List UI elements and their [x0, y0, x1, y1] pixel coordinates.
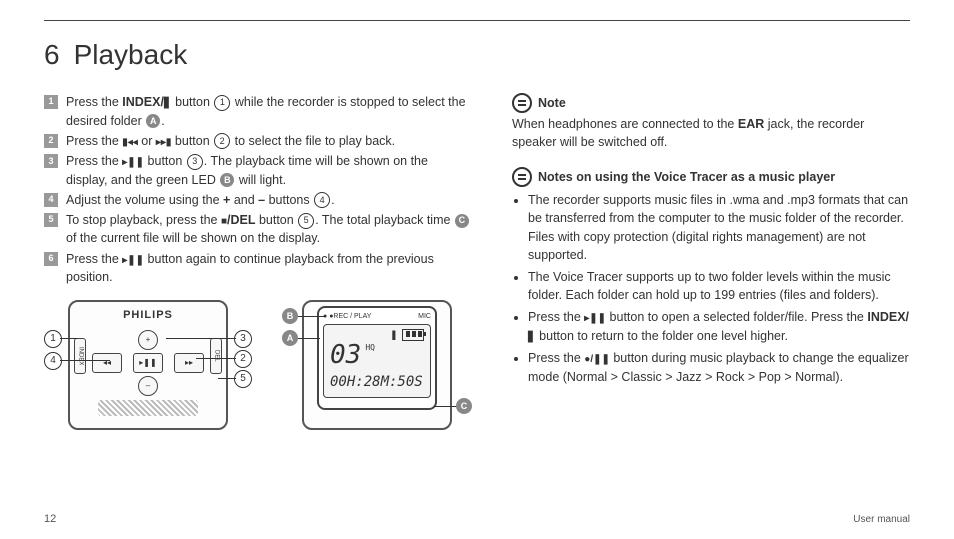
vol-up-key: + [138, 330, 158, 350]
index-menu-key: INDEX [74, 338, 86, 374]
callout-1: 1 [44, 330, 62, 348]
notes2-heading: Notes on using the Voice Tracer as a mus… [512, 167, 910, 187]
note-body: When headphones are connected to the EAR… [512, 115, 910, 151]
ref-3: 3 [187, 154, 203, 170]
note-icon [512, 167, 532, 187]
step-badge: 6 [44, 252, 58, 266]
step-text: Press the INDEX/▋ button 1 while the rec… [66, 93, 472, 130]
ref-B: B [220, 173, 234, 187]
battery-icon [402, 329, 424, 341]
device-screen-view: ● ●REC / PLAY MIC ▋ 03HQ 00H:28M:50S [302, 300, 452, 430]
right-column: Note When headphones are connected to th… [512, 93, 910, 430]
rec-del-key: DEL [210, 338, 222, 374]
left-column: 1 Press the INDEX/▋ button 1 while the r… [44, 93, 472, 430]
next-key: ▸▸ [174, 353, 204, 373]
list-item: The recorder supports music files in .wm… [528, 191, 910, 264]
play-key: ▸❚❚ [133, 353, 163, 373]
step-text: Press the ▸❚❚ button again to continue p… [66, 250, 472, 287]
note-title: Note [538, 94, 566, 112]
vol-down-key: – [138, 376, 158, 396]
callout-4: 4 [44, 352, 62, 370]
step-1: 1 Press the INDEX/▋ button 1 while the r… [44, 93, 472, 130]
step-badge: 4 [44, 193, 58, 207]
next-icon: ▸▸▮ [156, 137, 172, 148]
step-4: 4 Adjust the volume using the + and – bu… [44, 191, 472, 209]
rec-play-led: ● ●REC / PLAY [323, 312, 371, 322]
rec-pause-icon: ●/❚❚ [584, 354, 610, 365]
step-2: 2 Press the ▮◂◂ or ▸▸▮ button 2 to selec… [44, 132, 472, 151]
diagram-screen: ● ●REC / PLAY MIC ▋ 03HQ 00H:28M:50S B [282, 300, 472, 430]
callout-2: 2 [234, 350, 252, 368]
quality-label: HQ [365, 343, 375, 352]
page-number: 12 [44, 513, 56, 525]
prev-icon: ▮◂◂ [122, 137, 138, 148]
ref-5: 5 [298, 213, 314, 229]
callout-3: 3 [234, 330, 252, 348]
ref-2: 2 [214, 133, 230, 149]
step-text: Adjust the volume using the + and – butt… [66, 191, 472, 209]
diagrams-row: PHILIPS INDEX DEL + ◂◂ ▸❚❚ ▸▸ – [44, 300, 472, 430]
step-badge: 5 [44, 213, 58, 227]
note-icon [512, 93, 532, 113]
step-5: 5 To stop playback, press the ■/DEL butt… [44, 211, 472, 248]
list-item: Press the ▸❚❚ button to open a selected … [528, 308, 910, 345]
lcd-screen: ▋ 03HQ 00H:28M:50S [323, 324, 431, 398]
footer-label: User manual [853, 514, 910, 525]
play-pause-icon: ▸❚❚ [122, 157, 144, 168]
step-6: 6 Press the ▸❚❚ button again to continue… [44, 250, 472, 287]
time-display: 00H:28M:50S [330, 372, 424, 392]
step-text: To stop playback, press the ■/DEL button… [66, 211, 472, 248]
play-pause-icon: ▸❚❚ [122, 255, 144, 266]
section-number: 6 [44, 39, 60, 70]
note-heading: Note [512, 93, 910, 113]
list-item: Press the ●/❚❚ button during music playb… [528, 349, 910, 386]
ref-4: 4 [314, 192, 330, 208]
folder-icon: ▋ [528, 332, 536, 343]
section-name: Playback [74, 39, 188, 70]
callout-5: 5 [234, 370, 252, 388]
diagram-controls: PHILIPS INDEX DEL + ◂◂ ▸❚❚ ▸▸ – [44, 300, 252, 430]
folder-icon: ▋ [164, 98, 172, 109]
notes2-list: The recorder supports music files in .wm… [512, 191, 910, 385]
top-rule [44, 20, 910, 21]
play-pause-icon: ▸❚❚ [584, 313, 606, 324]
content-columns: 1 Press the INDEX/▋ button 1 while the r… [44, 93, 910, 430]
manual-page: 6 Playback 1 Press the INDEX/▋ button 1 w… [0, 0, 954, 539]
speaker-grille [98, 400, 198, 416]
ref-1: 1 [214, 95, 230, 111]
section-title: 6 Playback [44, 39, 910, 71]
step-badge: 2 [44, 134, 58, 148]
ref-C: C [455, 214, 469, 228]
device-top-view: PHILIPS INDEX DEL + ◂◂ ▸❚❚ ▸▸ – [68, 300, 228, 430]
callout-A: A [282, 330, 298, 346]
step-text: Press the ▮◂◂ or ▸▸▮ button 2 to select … [66, 132, 472, 151]
brand-label: PHILIPS [76, 308, 220, 324]
screen-frame: ● ●REC / PLAY MIC ▋ 03HQ 00H:28M:50S [317, 306, 437, 410]
step-badge: 1 [44, 95, 58, 109]
step-text: Press the ▸❚❚ button 3. The playback tim… [66, 152, 472, 189]
mic-label: MIC [418, 312, 431, 322]
ref-A: A [146, 114, 160, 128]
file-row: 03 HQ [330, 342, 424, 368]
keypad: + ◂◂ ▸❚❚ ▸▸ – [88, 330, 208, 396]
screen-top-row: ● ●REC / PLAY MIC [323, 312, 431, 322]
step-3: 3 Press the ▸❚❚ button 3. The playback t… [44, 152, 472, 189]
notes2-title: Notes on using the Voice Tracer as a mus… [538, 168, 835, 186]
callout-B: B [282, 308, 298, 324]
file-number: 03 [330, 340, 361, 370]
callout-C: C [456, 398, 472, 414]
list-item: The Voice Tracer supports up to two fold… [528, 268, 910, 304]
step-badge: 3 [44, 154, 58, 168]
prev-key: ◂◂ [92, 353, 122, 373]
